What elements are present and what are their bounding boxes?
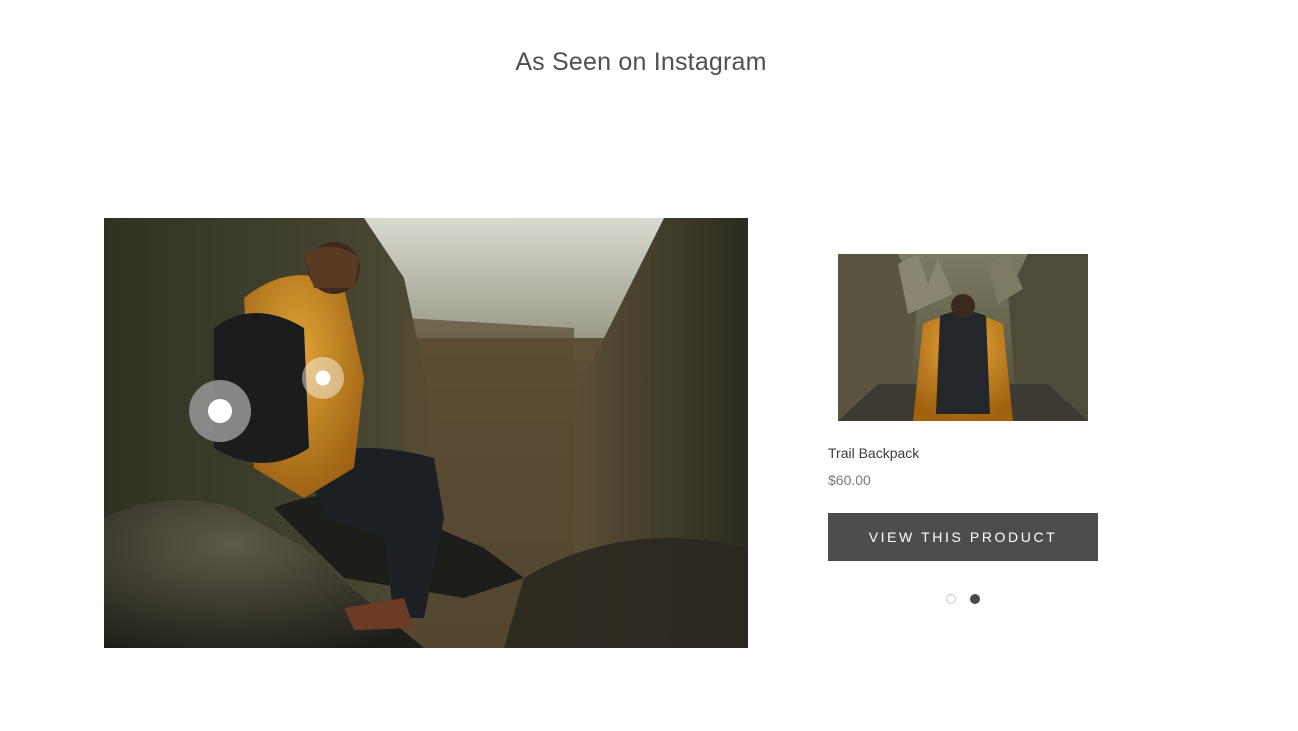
product-price: $60.00 — [828, 472, 871, 488]
slide-pager — [946, 594, 980, 604]
view-product-button[interactable]: VIEW THIS PRODUCT — [828, 513, 1098, 561]
hotspot-secondary[interactable] — [302, 357, 344, 399]
instagram-shop-section: As Seen on Instagram Trail Backpack $60.… — [0, 0, 1298, 731]
feature-image — [104, 218, 748, 648]
product-image[interactable] — [838, 254, 1088, 421]
hotspot-dot — [315, 370, 331, 386]
hotspot-dot — [208, 399, 232, 423]
hotspot-primary[interactable] — [189, 380, 251, 442]
section-title: As Seen on Instagram — [515, 48, 767, 76]
product-name[interactable]: Trail Backpack — [828, 445, 1098, 461]
pager-dot-2[interactable] — [970, 594, 980, 604]
pager-dot-1[interactable] — [946, 594, 956, 604]
product-card: Trail Backpack $60.00 VIEW THIS PRODUCT — [828, 254, 1098, 561]
product-photo — [838, 254, 1088, 421]
